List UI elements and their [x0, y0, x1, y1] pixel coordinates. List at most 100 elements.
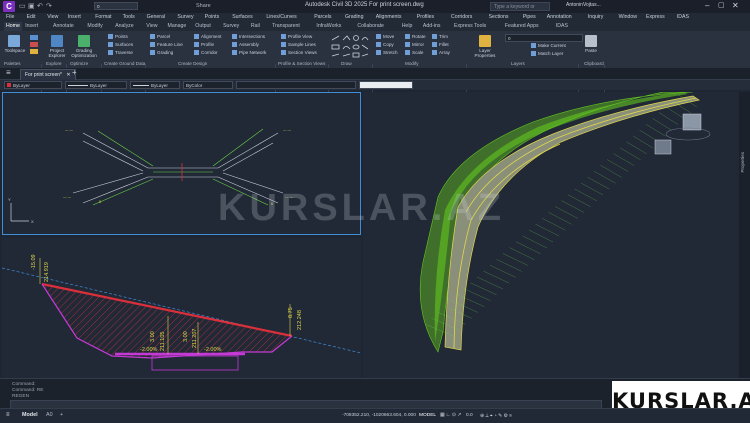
layerslist-item-1[interactable]: Match Layer [531, 51, 566, 59]
layer-combo[interactable]: ByLayer [4, 81, 62, 89]
panel-title-optimize[interactable]: Optimize [70, 61, 88, 66]
close-icon[interactable]: ✕ [732, 1, 739, 10]
tab-modify[interactable]: Modify [87, 22, 102, 31]
panel-title-create-ground-data[interactable]: Create Ground Data [104, 61, 145, 66]
maximize-icon[interactable]: ▢ [718, 1, 725, 9]
grounddata-item-1[interactable]: Surfaces [108, 42, 133, 50]
profsec-item-1[interactable]: Sample Lines [281, 42, 317, 50]
modify1-item-0[interactable]: Move [376, 34, 398, 42]
tab-idas[interactable]: IDAS [556, 22, 568, 31]
save-icon[interactable]: ▣ [28, 2, 35, 11]
menu-item-insert[interactable]: Insert [68, 13, 81, 22]
tab-annotate[interactable]: Annotate [53, 22, 74, 31]
menu-item-tools[interactable]: Tools [123, 13, 135, 22]
layouts-menu-icon[interactable]: ≡ [6, 412, 10, 418]
minimize-icon[interactable]: – [705, 1, 709, 10]
menu-item-inquiry[interactable]: Inquiry [588, 13, 604, 22]
modify2-item-2[interactable]: Scale [405, 50, 426, 58]
menu-item-lines-curves[interactable]: Lines/Curves [266, 13, 296, 22]
design2-item-2[interactable]: Corridor [194, 50, 221, 58]
scale-readout[interactable]: 0.0 [466, 413, 473, 418]
design3-item-1[interactable]: Assembly [232, 42, 266, 50]
viewport-section[interactable]: -15.09 214.919 -2.00% -2.00% 3.00 211.10… [1, 238, 362, 378]
design2-item-0[interactable]: Alignment [194, 34, 221, 42]
new-tab-icon[interactable]: + [72, 68, 77, 77]
design1-item-0[interactable]: Parcel [150, 34, 183, 42]
grounddata-item-0[interactable]: Points [108, 34, 133, 42]
layer-properties-icon[interactable] [479, 35, 491, 47]
view-cube[interactable] [654, 113, 711, 155]
design2-item-1[interactable]: Profile [194, 42, 221, 50]
linetype-combo[interactable]: ByLayer [65, 81, 127, 89]
menu-item-surfaces[interactable]: Surfaces [232, 13, 252, 22]
menu-item-edit[interactable]: Edit [27, 13, 36, 22]
modify3-item-2[interactable]: Array [432, 50, 450, 58]
menu-item-view[interactable]: View [47, 13, 58, 22]
tab-survey[interactable]: Survey [223, 22, 239, 31]
menu-item-points[interactable]: Points [205, 13, 219, 22]
menu-item-format[interactable]: Format [95, 13, 111, 22]
menu-item-file[interactable]: File [6, 13, 14, 22]
grid-icon[interactable]: ▦ ∟ ⊙ ↗ [440, 413, 461, 418]
menu-item-grading[interactable]: Grading [345, 13, 363, 22]
palette-buttons[interactable] [30, 35, 40, 59]
viewport-3d[interactable] [363, 91, 739, 378]
menu-item-alignments[interactable]: Alignments [376, 13, 402, 22]
close-tab-icon[interactable]: ✕ [66, 72, 70, 78]
grading-optimization-button[interactable]: Grading Optimization [68, 48, 100, 58]
menu-item-profiles[interactable]: Profiles [417, 13, 434, 22]
menu-item-idas[interactable]: IDAS [677, 13, 689, 22]
tab-collaborate[interactable]: Collaborate [357, 22, 384, 31]
panel-title-clipboard[interactable]: Clipboard [584, 61, 604, 66]
project-explorer-icon[interactable] [51, 35, 63, 47]
profsec-item-2[interactable]: Section Views [281, 50, 317, 58]
tab-transparent[interactable]: Transparent [272, 22, 300, 31]
start-menu-icon[interactable]: ≡ [6, 68, 11, 77]
lineweight-combo[interactable]: ByLayer [130, 81, 180, 89]
design3-item-0[interactable]: Intersections [232, 34, 266, 42]
draw-tools[interactable] [330, 34, 372, 60]
toolspace-button[interactable]: Toolspace [2, 48, 28, 53]
toolspace-icon[interactable] [8, 35, 20, 47]
quick-layer-combo[interactable]: 0 [94, 2, 138, 10]
menu-item-sections[interactable]: Sections [489, 13, 509, 22]
layer-dropdown[interactable]: 0 [505, 34, 583, 42]
add-layout-icon[interactable]: + [60, 412, 63, 418]
open-icon[interactable]: ▭ [19, 2, 26, 11]
status-tools-icons[interactable]: ⊕ ⟂ ⌖ ◔ ✎ ⚙ ≡ [480, 413, 512, 419]
panel-title-explore[interactable]: Explore [46, 61, 62, 66]
redo-icon[interactable]: ↷ [46, 2, 52, 11]
panel-title-palettes[interactable]: Palettes [4, 61, 21, 66]
profsec-item-0[interactable]: Profile View [281, 34, 317, 42]
modify3-item-0[interactable]: Trim [432, 34, 450, 42]
blank-combo[interactable] [359, 81, 413, 89]
tab-featured-apps[interactable]: Featured Apps [505, 22, 539, 31]
menu-item-corridors[interactable]: Corridors [451, 13, 472, 22]
menu-item-pipes[interactable]: Pipes [523, 13, 536, 22]
tab-manage[interactable]: Manage [168, 22, 187, 31]
tab-add-ins[interactable]: Add-ins [423, 22, 441, 31]
tab-infraworks[interactable]: InfraWorks [316, 22, 341, 31]
tab-insert[interactable]: Insert [25, 22, 38, 31]
plot-style-combo[interactable] [236, 81, 356, 89]
modify2-item-0[interactable]: Rotate [405, 34, 426, 42]
layout-tab-a0[interactable]: A0 [46, 412, 53, 418]
tab-output[interactable]: Output [195, 22, 211, 31]
share-button[interactable]: Share [196, 2, 211, 11]
color-combo[interactable]: ByColor [183, 81, 233, 89]
menu-item-express[interactable]: Express [646, 13, 665, 22]
panel-title-layers[interactable]: Layers [511, 61, 525, 66]
menu-item-window[interactable]: Window [619, 13, 637, 22]
undo-icon[interactable]: ↶ [37, 2, 43, 11]
panel-title-profile-section-views[interactable]: Profile & Section Views [278, 61, 325, 66]
tab-home[interactable]: Home [4, 22, 22, 31]
modify1-item-1[interactable]: Copy [376, 42, 398, 50]
modify1-item-2[interactable]: Stretch [376, 50, 398, 58]
app-logo-icon[interactable]: C [3, 1, 15, 12]
menu-item-annotation[interactable]: Annotation [547, 13, 572, 22]
layer-properties-button[interactable]: Layer Properties [470, 48, 500, 58]
menu-item-parcels[interactable]: Parcels [314, 13, 331, 22]
tab-analyze[interactable]: Analyze [115, 22, 133, 31]
design1-item-2[interactable]: Grading [150, 50, 183, 58]
document-tab-active[interactable]: For print screen* ✕ [20, 69, 76, 80]
